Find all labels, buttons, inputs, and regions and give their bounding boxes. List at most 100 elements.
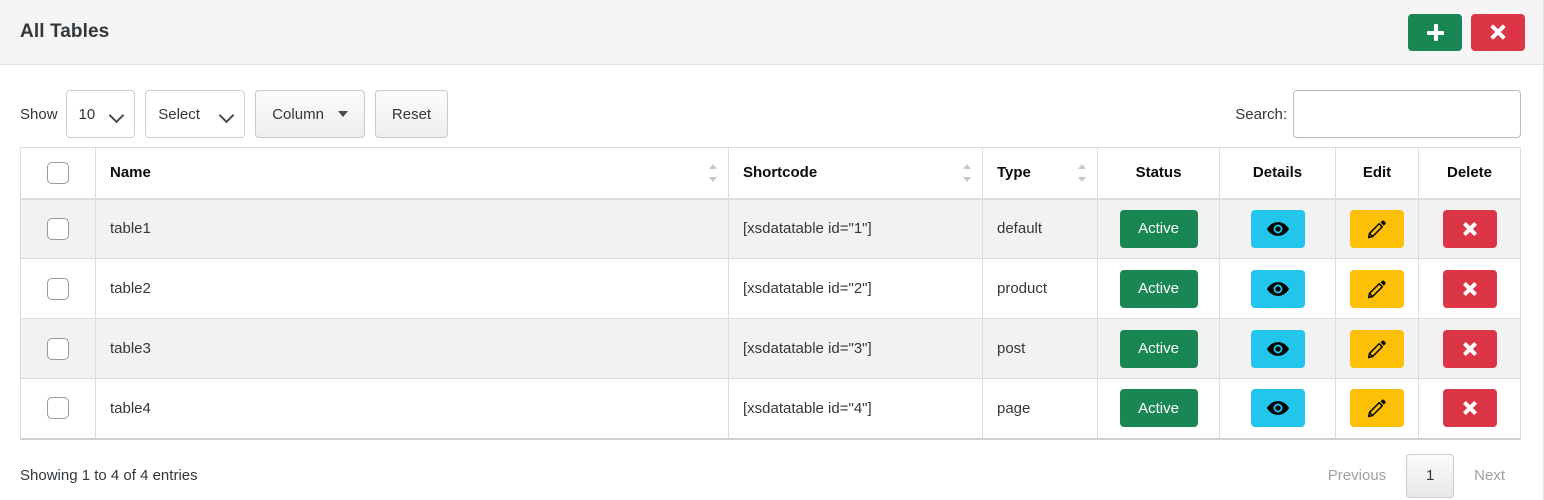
pagination-previous[interactable]: Previous (1312, 454, 1402, 498)
add-table-button[interactable] (1408, 13, 1462, 51)
view-details-button[interactable] (1250, 389, 1305, 428)
cell-shortcode: [xsdatatable id="2"] (728, 258, 983, 319)
row-checkbox[interactable] (47, 397, 69, 420)
close-x-icon (1463, 222, 1477, 236)
column-button-label: Column (272, 105, 324, 123)
page-length-select[interactable]: 10 (65, 90, 136, 138)
cell-name: table1 (95, 198, 729, 259)
panel-header: All Tables (0, 0, 1543, 65)
row-checkbox[interactable] (47, 337, 69, 360)
controls-right-group: Search: (1235, 90, 1521, 138)
column-header-type-label: Type (997, 164, 1031, 182)
search-input[interactable] (1293, 90, 1521, 138)
column-header-status: Status (1097, 147, 1220, 200)
cell-details (1219, 258, 1336, 319)
row-checkbox[interactable] (47, 217, 69, 240)
all-tables-table: Name Shortcode Type Status Details Edit … (20, 147, 1521, 440)
close-x-icon (1463, 342, 1477, 356)
row-select-cell[interactable] (20, 318, 96, 379)
cell-details (1219, 318, 1336, 379)
cell-status: Active (1097, 198, 1220, 259)
close-x-icon (1490, 24, 1506, 40)
cell-shortcode: [xsdatatable id="3"] (728, 318, 983, 379)
pagination-next[interactable]: Next (1458, 454, 1521, 498)
column-header-name[interactable]: Name (95, 147, 729, 200)
search-label: Search: (1235, 105, 1287, 123)
table-row: table2 [xsdatatable id="2"] product Active (20, 258, 1521, 319)
table-header: Name Shortcode Type Status Details Edit … (20, 147, 1521, 200)
eye-icon (1266, 221, 1289, 236)
table-row: table3 [xsdatatable id="3"] post Active (20, 318, 1521, 379)
cell-details (1219, 378, 1336, 439)
pencil-icon (1367, 339, 1387, 359)
cell-type: page (982, 378, 1098, 439)
cell-delete (1418, 258, 1521, 319)
cell-delete (1418, 318, 1521, 379)
column-header-select-all[interactable] (20, 147, 96, 200)
pencil-icon (1367, 279, 1387, 299)
delete-table-button[interactable] (1442, 329, 1497, 368)
edit-table-button[interactable] (1350, 389, 1404, 428)
cell-status: Active (1097, 378, 1220, 439)
close-x-icon (1463, 282, 1477, 296)
view-details-button[interactable] (1250, 209, 1305, 248)
status-badge[interactable]: Active (1119, 209, 1198, 248)
type-filter-select[interactable]: Select (145, 90, 246, 138)
cell-name: table2 (95, 258, 729, 319)
cell-edit (1335, 258, 1419, 319)
header-actions (1408, 13, 1525, 51)
view-details-button[interactable] (1250, 329, 1305, 368)
pagination-page-1[interactable]: 1 (1406, 453, 1455, 498)
sort-arrows-icon (709, 163, 718, 183)
close-x-icon (1463, 401, 1477, 415)
table-footer: Showing 1 to 4 of 4 entries Previous 1 N… (0, 440, 1543, 498)
cell-edit (1335, 198, 1419, 259)
cell-delete (1418, 198, 1521, 259)
table-body: table1 [xsdatatable id="1"] default Active t… (20, 198, 1521, 439)
select-all-checkbox[interactable] (47, 161, 69, 184)
row-select-cell[interactable] (20, 198, 96, 259)
delete-table-button[interactable] (1442, 209, 1497, 248)
table-row: table1 [xsdatatable id="1"] default Active (20, 198, 1521, 259)
row-checkbox[interactable] (47, 277, 69, 300)
column-header-status-label: Status (1135, 164, 1182, 182)
close-panel-button[interactable] (1471, 13, 1525, 51)
edit-table-button[interactable] (1350, 329, 1404, 368)
eye-icon (1266, 281, 1289, 296)
reset-button[interactable]: Reset (374, 90, 449, 138)
edit-table-button[interactable] (1350, 209, 1404, 248)
column-header-edit: Edit (1335, 147, 1419, 200)
controls-left-group: Show 10 Select Column Reset (20, 90, 449, 138)
plus-icon (1426, 23, 1444, 41)
delete-table-button[interactable] (1442, 389, 1497, 428)
pencil-icon (1367, 398, 1387, 418)
cell-edit (1335, 378, 1419, 439)
row-select-cell[interactable] (20, 378, 96, 439)
sort-arrows-icon (1078, 163, 1087, 183)
column-header-delete: Delete (1418, 147, 1521, 200)
eye-icon (1266, 401, 1289, 416)
status-badge[interactable]: Active (1119, 389, 1198, 428)
status-badge[interactable]: Active (1119, 269, 1198, 308)
delete-table-button[interactable] (1442, 269, 1497, 308)
table-header-row: Name Shortcode Type Status Details Edit … (20, 147, 1521, 200)
view-details-button[interactable] (1250, 269, 1305, 308)
edit-table-button[interactable] (1350, 269, 1404, 308)
cell-edit (1335, 318, 1419, 379)
column-header-shortcode-label: Shortcode (743, 164, 818, 182)
type-filter-value: Select (158, 105, 200, 123)
table-row: table4 [xsdatatable id="4"] page Active (20, 378, 1521, 439)
column-visibility-button[interactable]: Column (255, 90, 365, 138)
chevron-down-icon (111, 110, 124, 118)
status-badge[interactable]: Active (1119, 329, 1198, 368)
row-select-cell[interactable] (20, 258, 96, 319)
column-header-shortcode[interactable]: Shortcode (728, 147, 983, 200)
cell-status: Active (1097, 318, 1220, 379)
column-header-edit-label: Edit (1362, 164, 1392, 182)
column-header-type[interactable]: Type (982, 147, 1098, 200)
cell-name: table3 (95, 318, 729, 379)
column-header-details-label: Details (1252, 164, 1303, 182)
cell-details (1219, 198, 1336, 259)
tables-list-container: Name Shortcode Type Status Details Edit … (0, 147, 1543, 440)
chevron-down-icon (221, 110, 234, 118)
